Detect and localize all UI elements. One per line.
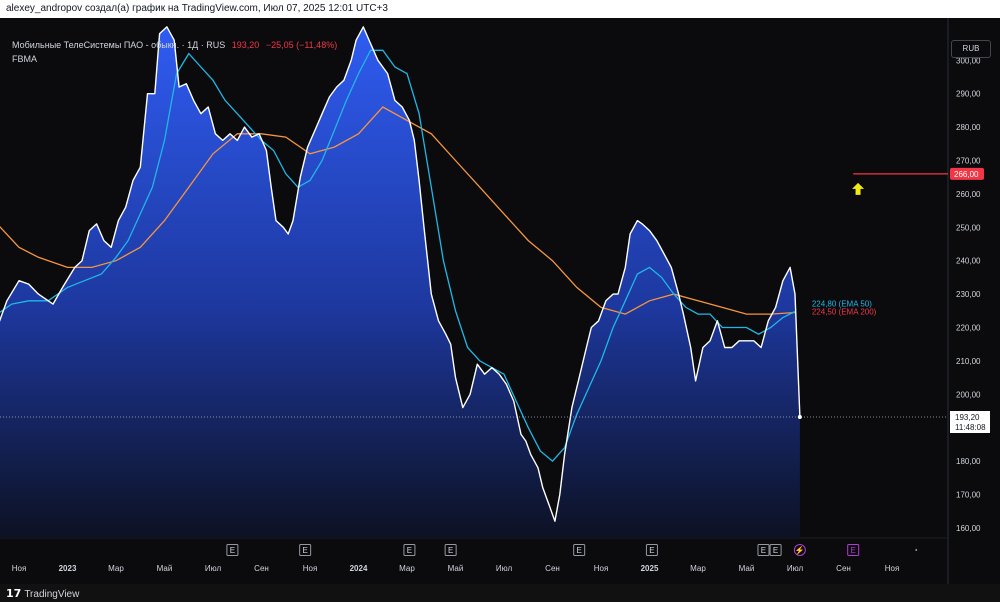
earnings-marker-glyph: E bbox=[773, 546, 778, 555]
y-tick-label: 200,00 bbox=[956, 390, 981, 399]
y-tick-label: 270,00 bbox=[956, 156, 981, 165]
currency-button[interactable]: RUB bbox=[951, 40, 991, 58]
header-caption: alexey_andropov создал(а) график на Trad… bbox=[6, 3, 388, 14]
footer-bar: 17 TradingView bbox=[0, 584, 1000, 602]
x-tick-label: Сен bbox=[545, 564, 560, 573]
tv-logo-icon: 17 bbox=[6, 587, 22, 600]
y-tick-label: 180,00 bbox=[956, 457, 981, 466]
y-tick-label: 240,00 bbox=[956, 257, 981, 266]
x-tick-label: Май bbox=[448, 564, 464, 573]
y-tick-label: 210,00 bbox=[956, 357, 981, 366]
x-tick-label: Мар bbox=[108, 564, 124, 573]
up-arrow-icon bbox=[852, 182, 865, 195]
dividend-marker-glyph: ⚡ bbox=[795, 545, 805, 555]
y-tick-label: 220,00 bbox=[956, 323, 981, 332]
earnings-marker-glyph: E bbox=[230, 546, 235, 555]
earnings-marker-glyph: E bbox=[577, 546, 582, 555]
header-bar: alexey_andropov создал(а) график на Trad… bbox=[0, 0, 1000, 18]
ema200-label: 224,50 (EMA 200) bbox=[812, 307, 877, 316]
y-tick-label: 290,00 bbox=[956, 90, 981, 99]
earnings-marker-glyph: E bbox=[448, 546, 453, 555]
price-area bbox=[0, 26, 800, 538]
y-tick-label: 250,00 bbox=[956, 223, 981, 232]
x-tick-label: Мар bbox=[399, 564, 415, 573]
x-tick-label: 2023 bbox=[59, 564, 77, 573]
chart-area[interactable]: 224,80 (EMA 50) 224,50 (EMA 200) 160,00 170… bbox=[0, 18, 1000, 584]
x-tick-label: Май bbox=[157, 564, 173, 573]
plot-layer bbox=[0, 26, 801, 538]
alert-price-label: 266,00 bbox=[954, 170, 979, 179]
tv-logo-text: TradingView bbox=[24, 589, 80, 600]
x-tick-label: 2025 bbox=[641, 564, 659, 573]
x-tick-label: Июл bbox=[787, 564, 804, 573]
x-tick-label: Ноя bbox=[12, 564, 27, 573]
x-tick-label: Сен bbox=[836, 564, 851, 573]
y-tick-label: 170,00 bbox=[956, 490, 981, 499]
x-tick-label: Июл bbox=[496, 564, 513, 573]
y-tick-label: 230,00 bbox=[956, 290, 981, 299]
future-event-dot bbox=[915, 549, 918, 551]
earnings-marker-glyph: E bbox=[649, 546, 654, 555]
countdown-label: 11:48:08 bbox=[955, 423, 986, 432]
x-tick-label: Май bbox=[739, 564, 755, 573]
symbol-label: Мобильные ТелеСистемы ПАО - обыкн. · 1Д … bbox=[12, 40, 226, 50]
last-price-dot bbox=[797, 415, 802, 419]
x-tick-label: Ноя bbox=[885, 564, 900, 573]
x-tick-label: 2024 bbox=[350, 564, 368, 573]
indicator-label[interactable]: FBMA bbox=[12, 54, 337, 64]
earnings-marker-glyph: E bbox=[302, 546, 307, 555]
tradingview-logo[interactable]: 17 TradingView bbox=[6, 587, 79, 600]
earnings-marker-glyph: E bbox=[761, 546, 766, 555]
x-tick-label: Ноя bbox=[594, 564, 609, 573]
x-tick-label: Ноя bbox=[303, 564, 318, 573]
y-tick-label: 160,00 bbox=[956, 524, 981, 533]
x-tick-label: Сен bbox=[254, 564, 269, 573]
earnings-upcoming-glyph: E bbox=[851, 546, 856, 555]
x-tick-label: Мар bbox=[690, 564, 706, 573]
earnings-marker-glyph: E bbox=[407, 546, 412, 555]
chart-legend: Мобильные ТелеСистемы ПАО - обыкн. · 1Д … bbox=[12, 40, 337, 64]
price-chart-svg[interactable]: 224,80 (EMA 50)224,50 (EMA 200)160,00170… bbox=[0, 18, 1000, 584]
price-label: 193,20 bbox=[231, 40, 260, 50]
y-tick-label: 260,00 bbox=[956, 190, 981, 199]
y-tick-label: 280,00 bbox=[956, 123, 981, 132]
last-price-label: 193,20 bbox=[955, 413, 980, 422]
change-label: −25,05 (−11,48%) bbox=[265, 40, 338, 50]
x-tick-label: Июл bbox=[205, 564, 222, 573]
